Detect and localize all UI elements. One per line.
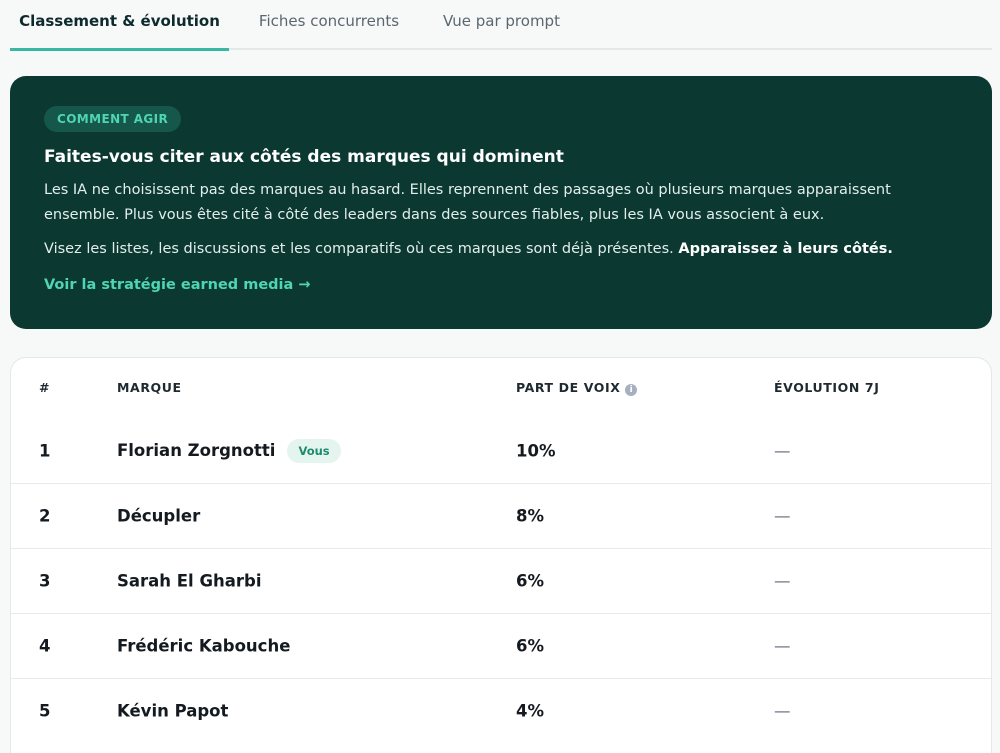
- header-brand: MARQUE: [117, 380, 182, 395]
- table-row[interactable]: 1 Florian Zorgnotti Vous 10% —: [11, 418, 991, 483]
- row-brand: Florian Zorgnotti Vous: [117, 438, 341, 463]
- table-header: # MARQUE PART DE VOIX i ÉVOLUTION 7J: [11, 358, 991, 418]
- row-evolution: —: [774, 506, 791, 526]
- how-to-act-badge: COMMENT AGIR: [44, 106, 182, 132]
- table-row[interactable]: 5 Kévin Papot 4% —: [11, 678, 991, 743]
- row-brand: Frédéric Kabouche: [117, 636, 291, 656]
- row-evolution: —: [774, 701, 791, 721]
- table-row[interactable]: 2 Décupler 8% —: [11, 483, 991, 548]
- row-rank: 1: [39, 441, 51, 460]
- row-share: 4%: [516, 701, 545, 721]
- header-share-of-voice: PART DE VOIX i: [516, 380, 638, 396]
- action-card-paragraph-2-text: Visez les listes, les discussions et les…: [44, 241, 674, 257]
- tab-ranking-evolution[interactable]: Classement & évolution: [10, 0, 229, 51]
- action-card-title: Faites-vous citer aux côtés des marques …: [44, 147, 564, 167]
- row-brand: Décupler: [117, 506, 201, 526]
- you-badge: Vous: [287, 438, 341, 463]
- row-share: 6%: [516, 636, 545, 656]
- action-card-paragraph-2-emphasis: Apparaissez à leurs côtés.: [678, 241, 893, 257]
- header-rank: #: [39, 380, 51, 395]
- tab-competitor-sheets[interactable]: Fiches concurrents: [229, 0, 429, 50]
- row-evolution: —: [774, 441, 791, 460]
- header-share-of-voice-label: PART DE VOIX: [516, 380, 621, 395]
- tab-bar: Classement & évolution Fiches concurrent…: [10, 0, 992, 51]
- row-share: 6%: [516, 571, 545, 591]
- header-evolution: ÉVOLUTION 7J: [774, 380, 880, 395]
- action-card-paragraph-1: Les IA ne choisissent pas des marques au…: [44, 182, 891, 223]
- action-card-paragraph-2: Visez les listes, les discussions et les…: [44, 237, 958, 262]
- tab-prompt-view[interactable]: Vue par prompt: [429, 0, 574, 50]
- row-rank: 5: [39, 701, 51, 721]
- share-of-voice-table: # MARQUE PART DE VOIX i ÉVOLUTION 7J 1 Fl…: [10, 357, 992, 753]
- row-brand: Sarah El Gharbi: [117, 571, 262, 591]
- how-to-act-card: COMMENT AGIR Faites-vous citer aux côtés…: [10, 76, 992, 329]
- row-share: 10%: [516, 441, 556, 460]
- row-rank: 4: [39, 636, 51, 656]
- row-evolution: —: [774, 571, 791, 591]
- row-rank: 3: [39, 571, 51, 591]
- row-share: 8%: [516, 506, 545, 526]
- info-icon[interactable]: i: [625, 384, 638, 396]
- table-row[interactable]: 3 Sarah El Gharbi 6% —: [11, 548, 991, 613]
- row-brand-name: Florian Zorgnotti: [117, 441, 276, 460]
- table-row[interactable]: 4 Frédéric Kabouche 6% —: [11, 613, 991, 678]
- earned-media-strategy-link[interactable]: Voir la stratégie earned media →: [44, 277, 311, 293]
- row-brand: Kévin Papot: [117, 701, 229, 721]
- row-evolution: —: [774, 636, 791, 656]
- row-rank: 2: [39, 506, 51, 526]
